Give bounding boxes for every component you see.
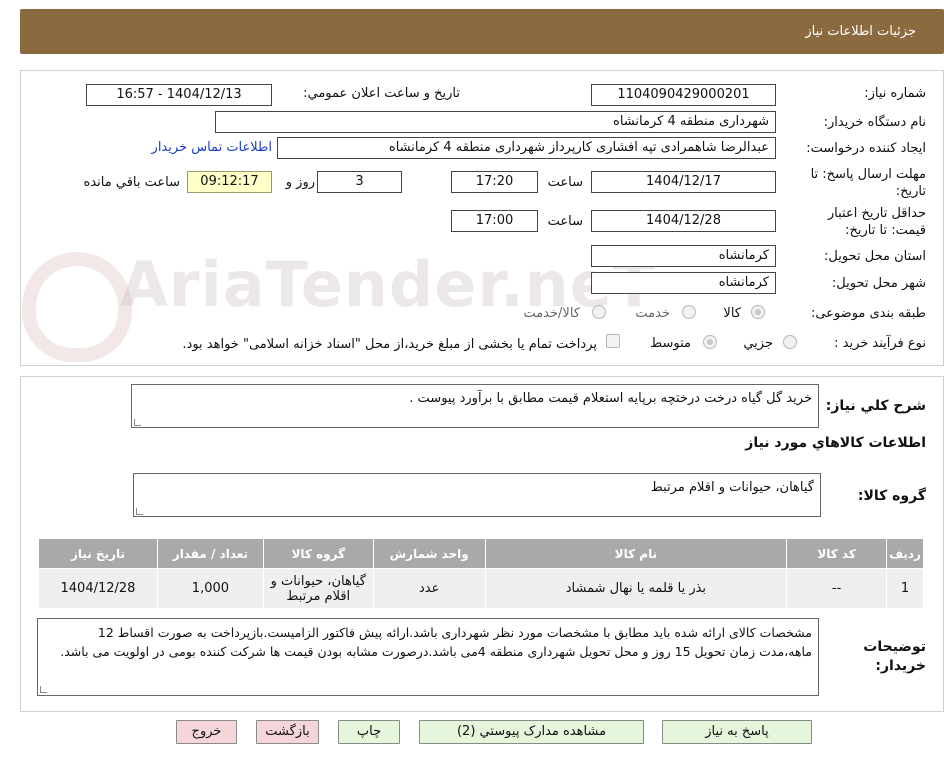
goods-group-resize-handle[interactable] — [136, 508, 143, 515]
validity-label-2: قيمت: تا تاريخ: — [845, 223, 926, 238]
category-goods-service-label: کالا/خدمت — [523, 306, 580, 321]
validity-date-field: 1404/12/28 — [591, 210, 776, 232]
province-field: کرمانشاه — [591, 245, 776, 267]
col-header-date: تاريخ نياز — [38, 538, 158, 569]
process-type-label: نوع فرآيند خريد : — [834, 336, 926, 351]
remaining-days-field: 3 — [317, 171, 402, 193]
validity-time-field: 17:00 — [451, 210, 538, 232]
process-minor-label: جزيي — [743, 336, 773, 351]
buyer-notes-label: توضيحات — [863, 639, 926, 655]
buyer-notes-resize-handle[interactable] — [40, 686, 47, 693]
requester-label: ايجاد کننده درخواست: — [806, 141, 926, 156]
category-goods-service-radio[interactable] — [592, 305, 606, 319]
city-field: کرمانشاه — [591, 272, 776, 294]
description-text: خرید گل گیاه درخت درختچه برپایه استعلام … — [131, 384, 819, 428]
buyer-org-field: شهرداری منطقه 4 کرمانشاه — [215, 111, 776, 133]
province-label: استان محل تحويل: — [824, 249, 926, 264]
goods-group-text: گیاهان، حیوانات و اقلام مرتبط — [133, 473, 821, 517]
description-resize-handle[interactable] — [134, 419, 141, 426]
exit-button[interactable]: خروج — [176, 720, 237, 744]
deadline-label-2: تاريخ: — [895, 184, 926, 199]
category-goods-radio[interactable] — [751, 305, 765, 319]
table-row: 1 -- بذر یا قلمه یا نهال شمشاد عدد گیاها… — [38, 568, 924, 609]
col-header-unit: واحد شمارش — [372, 538, 486, 569]
requester-field: عبدالرضا شاهمرادی تپه افشاری کارپرداز شه… — [277, 137, 776, 159]
col-header-group: گروه کالا — [262, 538, 374, 569]
need-number-field: 1104090429000201 — [591, 84, 776, 106]
process-medium-radio[interactable] — [703, 335, 717, 349]
treasury-payment-checkbox[interactable] — [606, 334, 620, 348]
cell-group: گیاهان، حیوانات و اقلام مرتبط — [262, 568, 374, 609]
remaining-time-field: 09:12:17 — [187, 171, 272, 193]
remaining-time-label: ساعت باقي مانده — [83, 175, 180, 190]
category-goods-label: کالا — [723, 306, 741, 321]
deadline-time-label: ساعت — [547, 175, 583, 190]
description-label: شرح کلي نياز: — [825, 398, 926, 414]
cell-quantity: 1,000 — [156, 568, 264, 609]
buyer-notes-label-2: خريدار: — [875, 658, 926, 674]
category-service-radio[interactable] — [682, 305, 696, 319]
col-header-name: نام کالا — [484, 538, 788, 569]
category-label: طبقه بندی موضوعی: — [810, 306, 926, 321]
reply-button[interactable]: پاسخ به نياز — [662, 720, 812, 744]
col-header-row: رديف — [886, 538, 924, 569]
days-label: روز و — [285, 175, 315, 190]
page-title: جزئيات اطلاعات نياز — [805, 24, 916, 39]
page-header: جزئيات اطلاعات نياز — [20, 9, 944, 54]
watermark-shield-icon — [22, 252, 132, 362]
treasury-payment-note: پرداخت تمام يا بخشی از مبلغ خريد،از محل … — [182, 337, 597, 352]
goods-group-label: گروه کالا: — [857, 488, 926, 504]
cell-date: 1404/12/28 — [38, 568, 158, 609]
buyer-contact-link[interactable]: اطلاعات تماس خريدار — [152, 140, 272, 155]
cell-code: -- — [786, 568, 888, 609]
deadline-label: مهلت ارسال پاسخ: تا — [810, 167, 926, 182]
items-table: رديف کد کالا نام کالا واحد شمارش گروه کا… — [38, 538, 924, 609]
cell-name: بذر یا قلمه یا نهال شمشاد — [484, 568, 788, 609]
validity-time-label: ساعت — [547, 214, 583, 229]
buyer-org-label: نام دستگاه خريدار: — [823, 115, 926, 130]
deadline-time-field: 17:20 — [451, 171, 538, 193]
view-attachments-button[interactable]: مشاهده مدارک پيوستي (2) — [419, 720, 644, 744]
items-table-header: رديف کد کالا نام کالا واحد شمارش گروه کا… — [38, 538, 924, 569]
col-header-quantity: تعداد / مقدار — [156, 538, 264, 569]
need-number-label: شماره نياز: — [864, 86, 926, 101]
process-minor-radio[interactable] — [783, 335, 797, 349]
announce-date-field: 1404/12/13 - 16:57 — [86, 84, 272, 106]
cell-unit: عدد — [372, 568, 486, 609]
print-button[interactable]: چاپ — [338, 720, 400, 744]
back-button[interactable]: بازگشت — [256, 720, 319, 744]
col-header-code: کد کالا — [786, 538, 888, 569]
deadline-date-field: 1404/12/17 — [591, 171, 776, 193]
buyer-notes-text: مشخصات کالای ارائه شده باید مطابق با مشخ… — [37, 618, 819, 696]
cell-row: 1 — [886, 568, 924, 609]
category-service-label: خدمت — [635, 306, 670, 321]
city-label: شهر محل تحويل: — [831, 276, 926, 291]
process-medium-label: متوسط — [650, 336, 691, 351]
validity-label: حداقل تاريخ اعتبار — [827, 206, 926, 221]
goods-section-title: اطلاعات کالاهاي مورد نياز — [745, 435, 926, 451]
announce-date-label: تاريخ و ساعت اعلان عمومي: — [303, 86, 460, 101]
